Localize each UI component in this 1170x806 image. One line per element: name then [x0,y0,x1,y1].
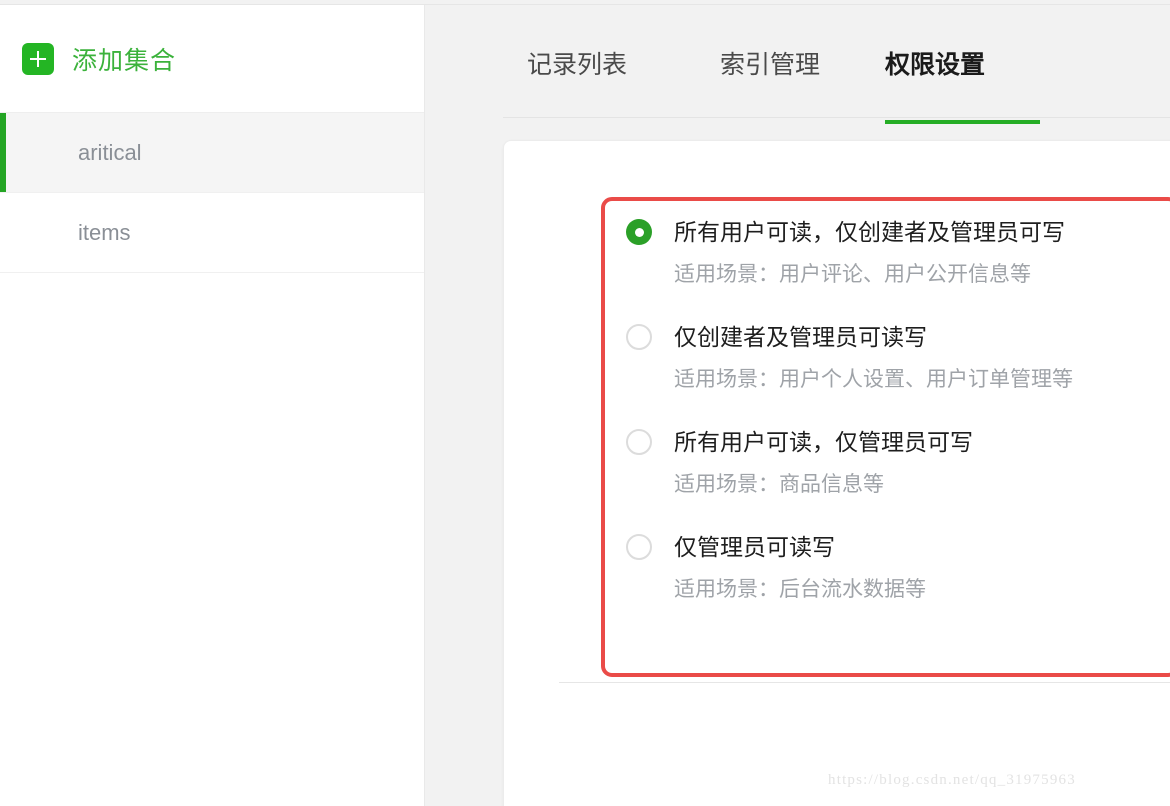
sidebar-item-aritical[interactable]: aritical [0,113,424,193]
tab-permission-settings[interactable]: 权限设置 [885,45,985,81]
tab-active-underline [885,120,1040,124]
tab-record-list[interactable]: 记录列表 [527,45,627,81]
permission-option-description: 适用场景：用户评论、用户公开信息等 [674,263,1031,286]
collection-name: aritical [78,139,142,165]
tab-bar: 记录列表 索引管理 权限设置 [425,5,1170,124]
permission-option-description: 适用场景：用户个人设置、用户订单管理等 [674,368,1073,391]
tab-index-management[interactable]: 索引管理 [720,45,820,81]
permission-option-2[interactable]: 所有用户可读，仅管理员可写 适用场景：商品信息等 [626,427,1166,499]
permission-radio-group: 所有用户可读，仅创建者及管理员可写 适用场景：用户评论、用户公开信息等 仅创建者… [626,217,1166,604]
permission-settings-card: 所有用户可读，仅创建者及管理员可写 适用场景：用户评论、用户公开信息等 仅创建者… [503,140,1170,806]
permission-option-title: 所有用户可读，仅创建者及管理员可写 [674,219,1065,245]
watermark-text: https://blog.csdn.net/qq_31975963 [828,772,1076,788]
collection-list: aritical items [0,113,424,273]
permission-option-title: 仅管理员可读写 [674,534,835,560]
radio-button-selected[interactable] [626,219,652,245]
permission-option-1[interactable]: 仅创建者及管理员可读写 适用场景：用户个人设置、用户订单管理等 [626,322,1166,394]
tab-bar-divider [503,117,1170,118]
sidebar-item-items[interactable]: items [0,193,424,273]
add-collection-button[interactable]: 添加集合 [0,5,424,113]
card-section-divider [559,682,1170,683]
collection-name: items [78,219,131,245]
permission-option-title: 所有用户可读，仅管理员可写 [674,429,973,455]
add-collection-label: 添加集合 [72,46,177,75]
permission-option-description: 适用场景：商品信息等 [674,473,884,496]
radio-button[interactable] [626,429,652,455]
permission-option-0[interactable]: 所有用户可读，仅创建者及管理员可写 适用场景：用户评论、用户公开信息等 [626,217,1166,289]
main-panel: 记录列表 索引管理 权限设置 所有用户可读，仅创建者及管理员可写 适用场景：用户… [425,5,1170,806]
collections-sidebar: 添加集合 aritical items [0,5,425,806]
permission-option-3[interactable]: 仅管理员可读写 适用场景：后台流水数据等 [626,532,1166,604]
permission-option-title: 仅创建者及管理员可读写 [674,324,927,350]
permission-option-description: 适用场景：后台流水数据等 [674,578,926,601]
radio-button[interactable] [626,324,652,350]
plus-icon [22,42,54,75]
active-indicator-bar [0,113,6,192]
radio-button[interactable] [626,534,652,560]
app-root: 添加集合 aritical items 记录列表 索引管理 权限设置 所有用户可… [0,0,1170,806]
